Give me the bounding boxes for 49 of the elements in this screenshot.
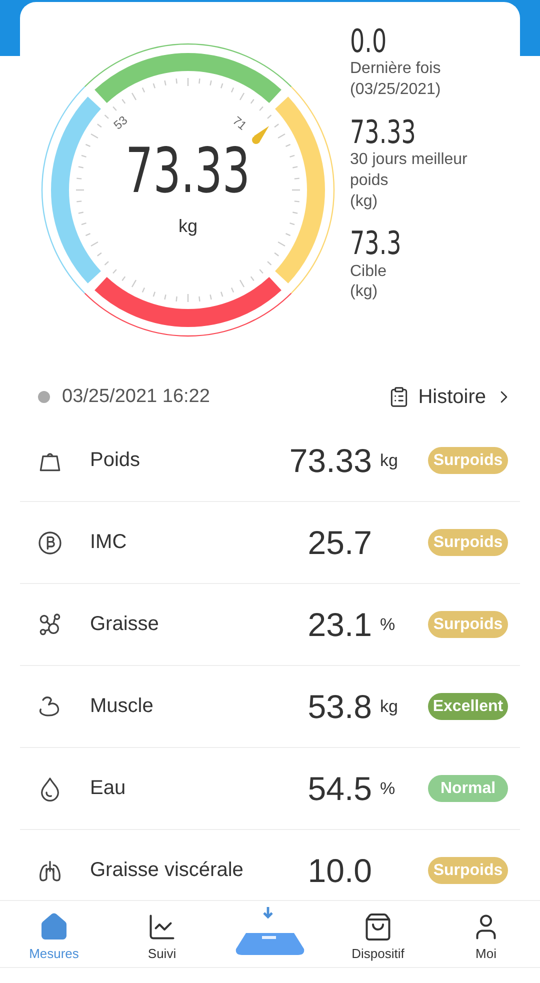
home-icon	[39, 912, 69, 942]
metric-value: 25.7	[308, 524, 372, 562]
metric-label: IMC	[90, 531, 128, 554]
metric-unit: kg	[380, 696, 399, 716]
history-link[interactable]: Histoire	[388, 386, 514, 408]
metric-unit: kg	[380, 450, 399, 470]
metric-label: Graisse	[90, 613, 160, 636]
tick-label: 71	[230, 114, 250, 133]
metric-value: 10.0	[308, 852, 372, 890]
metric-row[interactable]: Eau 54.5 % Normal	[20, 748, 520, 830]
clock-icon	[36, 389, 52, 405]
metric-row[interactable]: Muscle 53.8 kg Excellent	[20, 666, 520, 748]
bmi-icon	[36, 528, 64, 556]
metric-label: Eau	[90, 777, 127, 800]
stat-label: Cible (kg)	[350, 262, 388, 302]
status-badge: Excellent	[428, 693, 508, 720]
status-badge: Surpoids	[428, 529, 508, 556]
metric-value: 54.5	[308, 770, 372, 808]
chart-icon	[147, 912, 177, 942]
metric-row[interactable]: Graisse viscérale 10.0 Surpoids	[20, 830, 520, 900]
stat-value: 73.33	[350, 114, 417, 150]
metric-row[interactable]: IMC 25.7 Surpoids	[20, 502, 520, 584]
stat-label: 30 jours meilleur poids (kg)	[350, 150, 468, 212]
metric-value: 73.33	[289, 442, 372, 480]
status-badge: Surpoids	[428, 447, 508, 474]
stat-value: 73.3	[350, 226, 402, 262]
status-badge: Surpoids	[428, 857, 508, 884]
weight-unit: kg	[178, 216, 198, 237]
timestamp: 03/25/2021 16:22	[62, 386, 210, 408]
metric-label: Poids	[90, 449, 142, 472]
metric-unit: %	[380, 778, 396, 798]
metric-row[interactable]: Graisse 23.1 % Surpoids	[20, 584, 520, 666]
metric-value: 53.8	[308, 688, 372, 726]
status-badge: Surpoids	[428, 611, 508, 638]
metric-label: Muscle	[90, 695, 154, 718]
metric-value: 23.1	[308, 606, 372, 644]
stat-value: 0.0	[350, 24, 388, 60]
stat-label: Dernière fois (03/25/2021)	[350, 59, 442, 100]
weight-value: 73.33	[126, 140, 250, 202]
pointer-icon	[252, 126, 269, 144]
bag-icon	[363, 912, 393, 942]
nav-tab[interactable]: Dispositif	[324, 901, 432, 967]
metric-row[interactable]: Poids 73.33 kg Surpoids	[20, 420, 520, 502]
metric-unit: %	[380, 614, 396, 634]
tick-label: 53	[110, 112, 130, 132]
metric-label: Graisse viscérale	[90, 859, 244, 882]
nav-tab[interactable]: Suivi	[108, 901, 216, 967]
nav-tab[interactable]: Moi	[432, 901, 540, 967]
status-badge: Normal	[428, 775, 508, 802]
